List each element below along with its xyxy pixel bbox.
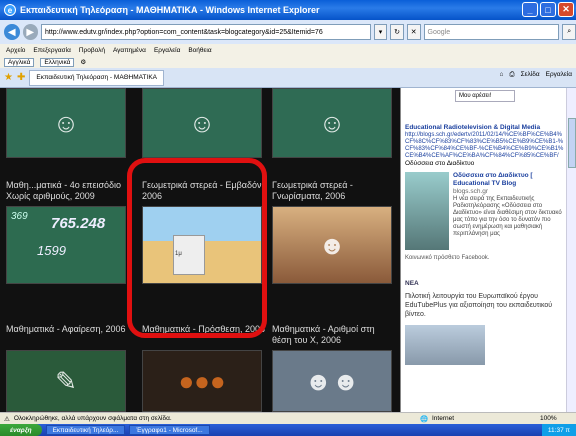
menu-item[interactable]: Προβολή [79, 47, 105, 54]
window-title: Εκπαιδευτική Τηλεόραση - ΜΑΘΗΜΑΤΙΚΑ - Wi… [20, 5, 320, 15]
thumb-number: 369 [11, 211, 28, 222]
news-text[interactable]: Πιλοτική λειτουργία του Ευρωπαϊκού έργου… [405, 292, 565, 319]
menu-item[interactable]: Εργαλεία [154, 47, 180, 54]
start-button[interactable]: έναρξη [0, 424, 42, 436]
feed-link-title[interactable]: Educational Radiotelevision & Digital Me… [405, 124, 565, 132]
scrollbar-thumb[interactable] [568, 118, 576, 168]
address-input[interactable]: http://www.edutv.gr/index.php?option=com… [41, 24, 371, 40]
add-favorites-icon[interactable]: ✚ [17, 72, 25, 83]
girl-photo-icon: ☻ [318, 229, 346, 260]
thumb-number: 1599 [37, 243, 66, 258]
page-content: ☺ ☺ ☺ Μαθη...ματικά - 4ο επεισόδιο Χωρίς… [0, 88, 576, 412]
taskbar-item[interactable]: Έγγραφο1 - Microsof... [129, 425, 210, 435]
search-icon[interactable]: ⌕ [562, 24, 576, 40]
stop-button[interactable]: ✕ [406, 24, 421, 40]
video-thumbnail[interactable]: ☻ [272, 206, 392, 284]
blog-item: Οδύσσεια στο Διαδίκτυο [ Educational TV … [405, 172, 565, 250]
menu-bar: Αρχείο Επεξεργασία Προβολή Αγαπημένα Εργ… [0, 44, 576, 56]
blog-title[interactable]: Οδύσσεια στο Διαδίκτυο [ Educational TV … [453, 172, 565, 188]
highlight-ring [127, 158, 267, 338]
cartoon-icon: ☺ [188, 107, 216, 138]
search-input[interactable]: Google [423, 24, 560, 40]
print-icon[interactable]: ⎙ [509, 71, 514, 79]
menu-item[interactable]: Βοήθεια [188, 47, 211, 54]
video-thumbnail[interactable]: ☺ [6, 88, 126, 158]
like-button[interactable]: Μου αρέσει! [455, 90, 515, 102]
blog-site: blogs.sch.gr [453, 188, 489, 195]
minimize-button[interactable]: _ [522, 2, 538, 17]
video-thumbnail[interactable]: ☺ [272, 88, 392, 158]
maximize-button[interactable]: □ [540, 2, 556, 17]
facebook-plugin[interactable]: Κοινωνικό πρόσθετο Facebook. [405, 254, 565, 262]
internet-zone: Internet [432, 415, 455, 422]
video-title[interactable]: Μαθηματικά - Αριθμοί στη θέση του Χ, 200… [272, 324, 396, 346]
home-icon[interactable]: ⌂ [499, 71, 503, 79]
status-bar: ⚠ Ολοκληρώθηκε, αλλά υπάρχουν σφάλματα σ… [0, 412, 576, 424]
search-engine-select[interactable]: Αγγλικά [4, 57, 35, 67]
tab-current[interactable]: Εκπαιδευτική Τηλεόραση - ΜΑΘΗΜΑΤΙΚΑ [29, 69, 164, 86]
page-menu[interactable]: Σελίδα [521, 71, 540, 79]
video-grid: ☺ ☺ ☺ Μαθη...ματικά - 4ο επεισόδιο Χωρίς… [0, 88, 400, 412]
address-toolbar: ◀ ▶ http://www.edutv.gr/index.php?option… [0, 20, 576, 44]
video-thumbnail[interactable]: ✎ [6, 350, 126, 412]
balls-icon: ●●● [178, 365, 226, 396]
cartoon-icon: ☺ [52, 107, 80, 138]
favorites-star-icon[interactable]: ★ [4, 72, 13, 83]
video-thumbnail[interactable]: ☻☻ [272, 350, 392, 412]
blog-thumbnail[interactable] [405, 172, 449, 250]
clock[interactable]: 11:37 π [548, 427, 570, 434]
address-dropdown-button[interactable]: ▾ [373, 24, 388, 40]
refresh-button[interactable]: ↻ [390, 24, 404, 40]
tools-icon[interactable]: ⚙ [80, 58, 86, 66]
internet-zone-icon: 🌐 [420, 415, 429, 423]
news-header: ΝΕΑ [405, 280, 419, 287]
news-image[interactable] [405, 325, 485, 365]
tools-menu[interactable]: Εργαλεία [546, 71, 572, 79]
back-button[interactable]: ◀ [4, 24, 20, 40]
window-titlebar: e Εκπαιδευτική Τηλεόραση - ΜΑΘΗΜΑΤΙΚΑ - … [0, 0, 576, 20]
video-thumbnail[interactable]: ☺ [142, 88, 262, 158]
blog-text: Η νέα σειρά της Εκπαιδευτικής Ραδιοτηλεό… [453, 196, 562, 237]
feed-link-suffix: Οδύσσεια στο Διαδίκτυο [405, 160, 475, 167]
warning-icon[interactable]: ⚠ [4, 415, 10, 423]
cartoon-icon: ☺ [318, 107, 346, 138]
sidebar: Μου αρέσει! Educational Radiotelevision … [400, 88, 576, 412]
menu-item[interactable]: Αρχείο [6, 47, 25, 54]
ie-logo-icon: e [4, 4, 16, 16]
system-tray: 11:37 π [541, 424, 576, 436]
video-thumbnail[interactable]: 369 765.248 1599 [6, 206, 126, 284]
video-title[interactable]: Μαθη...ματικά - 4ο επεισόδιο Χωρίς αριθμ… [6, 180, 130, 202]
kids-photo-icon: ☻☻ [304, 365, 360, 396]
zoom-level[interactable]: 100% [540, 415, 557, 422]
tab-bar: ★ ✚ Εκπαιδευτική Τηλεόραση - ΜΑΘΗΜΑΤΙΚΑ … [0, 68, 576, 88]
forward-button[interactable]: ▶ [22, 24, 38, 40]
video-title[interactable]: Γεωμετρικά στερεά - Γνωρίσματα, 2006 [272, 180, 396, 202]
cartoon-icon: ✎ [55, 365, 77, 396]
video-thumbnail[interactable]: ●●● [142, 350, 262, 412]
thumb-number: 765.248 [51, 215, 106, 232]
taskbar: έναρξη Εκπαιδευτική Τηλεόρ... Έγγραφο1 -… [0, 424, 576, 436]
menu-item[interactable]: Επεξεργασία [33, 47, 70, 54]
feed-link-url[interactable]: http://blogs.sch.gr/edertv/2011/02/14/%C… [405, 132, 565, 160]
video-title[interactable]: Μαθηματικά - Αφαίρεση, 2006 [6, 324, 130, 335]
status-message: Ολοκληρώθηκε, αλλά υπάρχουν σφάλματα στη… [13, 415, 172, 422]
language-select[interactable]: Ελληνικά [40, 57, 75, 67]
sidebar-scrollbar[interactable] [566, 88, 576, 412]
links-toolbar: Αγγλικά Ελληνικά ⚙ [0, 56, 576, 68]
menu-item[interactable]: Αγαπημένα [113, 47, 146, 54]
taskbar-item[interactable]: Εκπαιδευτική Τηλεόρ... [45, 425, 126, 435]
close-button[interactable]: ✕ [558, 2, 574, 17]
